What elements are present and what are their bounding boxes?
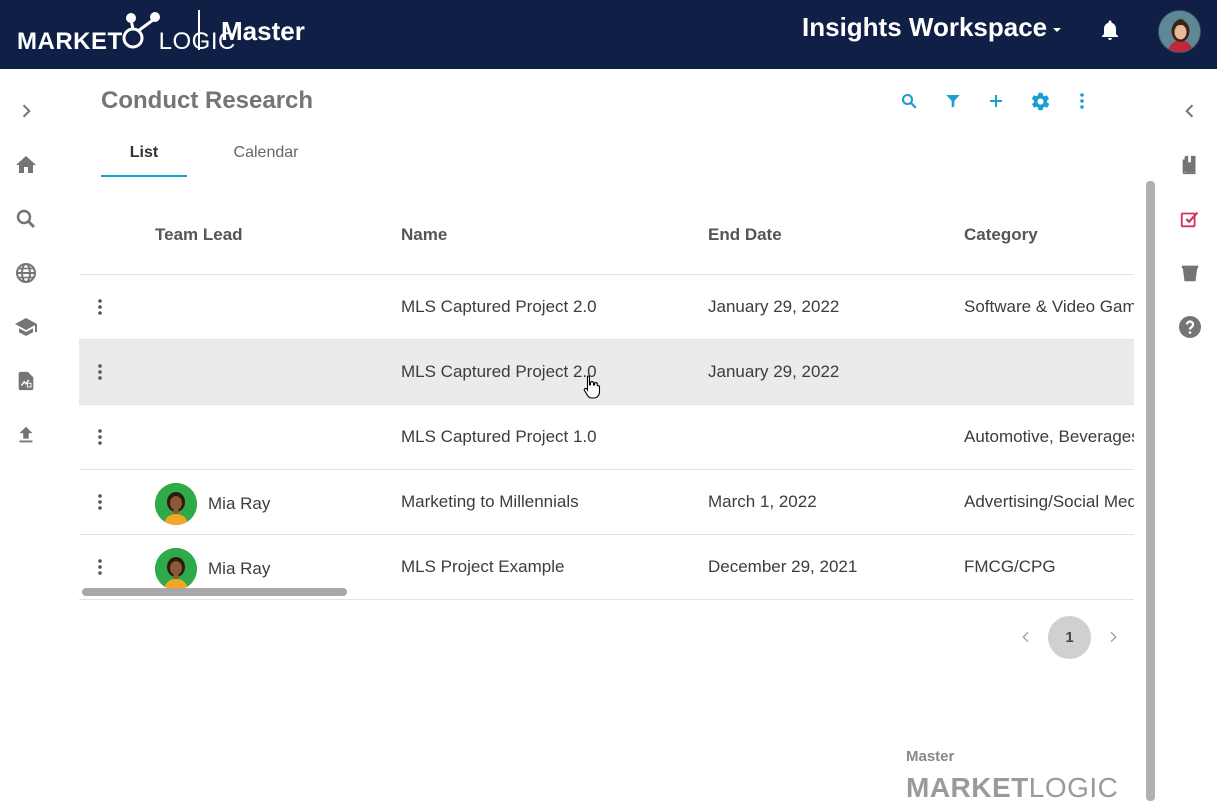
hand-cursor-icon	[583, 374, 601, 400]
end-date: December 29, 2021	[708, 557, 858, 576]
upload-icon[interactable]	[13, 422, 39, 448]
team-lead-name: Mia Ray	[208, 494, 271, 513]
team-lead-name: Mia Ray	[208, 559, 271, 578]
tab-list[interactable]: List	[101, 144, 187, 177]
team-lead: Mia Ray	[155, 483, 270, 525]
row-menu-icon[interactable]	[95, 363, 105, 381]
project-name[interactable]: Marketing to Millennials	[401, 492, 579, 512]
column-header-name[interactable]: Name	[401, 225, 447, 245]
project-name[interactable]: MLS Captured Project 2.0	[401, 297, 597, 317]
workspace-label: Insights Workspace	[802, 12, 1048, 42]
brand-logo[interactable]: MARKET LOGIC	[17, 6, 236, 56]
add-icon[interactable]	[985, 90, 1007, 112]
projects-table: Team Lead Name End Date Category MLS Cap…	[79, 205, 1134, 600]
bell-icon[interactable]	[1098, 18, 1122, 42]
filter-icon[interactable]	[942, 90, 964, 112]
footer-logo-logic: LOGIC	[1028, 772, 1119, 801]
project-name[interactable]: MLS Captured Project 2.0	[401, 362, 597, 382]
left-sidebar	[0, 69, 52, 801]
column-header-category[interactable]: Category	[964, 225, 1038, 245]
checklist-icon[interactable]	[1177, 206, 1203, 232]
end-date: March 1, 2022	[708, 492, 817, 511]
table-row[interactable]: MLS Captured Project 2.0 January 29, 202…	[79, 275, 1134, 340]
footer-logo: Master MARKETLOGIC	[906, 748, 1118, 801]
chevron-right-icon[interactable]	[1105, 628, 1121, 646]
chevron-right-icon[interactable]	[13, 98, 39, 124]
project-name[interactable]: MLS Project Example	[401, 557, 564, 577]
row-menu-icon[interactable]	[95, 298, 105, 316]
team-lead-avatar	[155, 548, 197, 590]
horizontal-scrollbar[interactable]	[82, 588, 347, 596]
brand-logo-market: MARKET	[17, 28, 123, 55]
bucket-icon[interactable]	[1177, 260, 1203, 286]
column-header-end-date[interactable]: End Date	[708, 225, 782, 245]
category: Advertising/Social Media	[964, 492, 1134, 511]
tab-calendar[interactable]: Calendar	[212, 144, 320, 177]
table-row[interactable]: MLS Captured Project 2.0 January 29, 202…	[79, 340, 1134, 405]
page-title: Conduct Research	[101, 87, 314, 114]
row-menu-icon[interactable]	[95, 493, 105, 511]
vertical-scrollbar[interactable]	[1146, 181, 1155, 801]
category: FMCG/CPG	[964, 557, 1056, 576]
header-divider	[198, 10, 200, 50]
graduation-cap-icon[interactable]	[13, 314, 39, 340]
user-avatar[interactable]	[1158, 10, 1201, 53]
search-icon[interactable]	[13, 206, 39, 232]
workspace-selector[interactable]: Insights Workspace	[802, 12, 1062, 43]
top-bar: MARKET LOGIC Master Insights Workspace	[0, 0, 1217, 69]
book-icon[interactable]	[1177, 152, 1203, 178]
chevron-left-icon[interactable]	[1018, 628, 1034, 646]
caret-down-icon	[1053, 27, 1062, 32]
search-icon[interactable]	[898, 90, 920, 112]
product-name: Master	[221, 16, 305, 46]
category: Automotive, Beverages	[964, 427, 1134, 446]
team-lead: Mia Ray	[155, 548, 270, 590]
more-vertical-icon[interactable]	[1071, 90, 1093, 112]
team-lead-avatar	[155, 483, 197, 525]
end-date: January 29, 2022	[708, 362, 840, 381]
right-sidebar	[1165, 69, 1217, 801]
globe-icon[interactable]	[13, 260, 39, 286]
pagination-current-page[interactable]: 1	[1048, 616, 1091, 659]
table-header: Team Lead Name End Date Category	[79, 205, 1134, 275]
project-name[interactable]: MLS Captured Project 1.0	[401, 427, 597, 447]
chevron-left-icon[interactable]	[1177, 98, 1203, 124]
row-menu-icon[interactable]	[95, 428, 105, 446]
footer-logo-brand: MARKETLOGIC	[906, 772, 1118, 801]
table-row[interactable]: MLS Captured Project 1.0 Automotive, Bev…	[79, 405, 1134, 470]
settings-icon[interactable]	[1029, 90, 1051, 112]
end-date: January 29, 2022	[708, 297, 840, 316]
column-header-team-lead[interactable]: Team Lead	[155, 225, 243, 245]
table-row[interactable]: Mia Ray Marketing to Millennials March 1…	[79, 470, 1134, 535]
row-menu-icon[interactable]	[95, 558, 105, 576]
home-icon[interactable]	[13, 152, 39, 178]
help-icon[interactable]	[1177, 314, 1203, 340]
report-icon[interactable]	[13, 368, 39, 394]
footer-logo-market: MARKET	[906, 772, 1029, 801]
category: Software & Video Games	[964, 297, 1134, 316]
footer-logo-label: Master	[906, 748, 955, 765]
